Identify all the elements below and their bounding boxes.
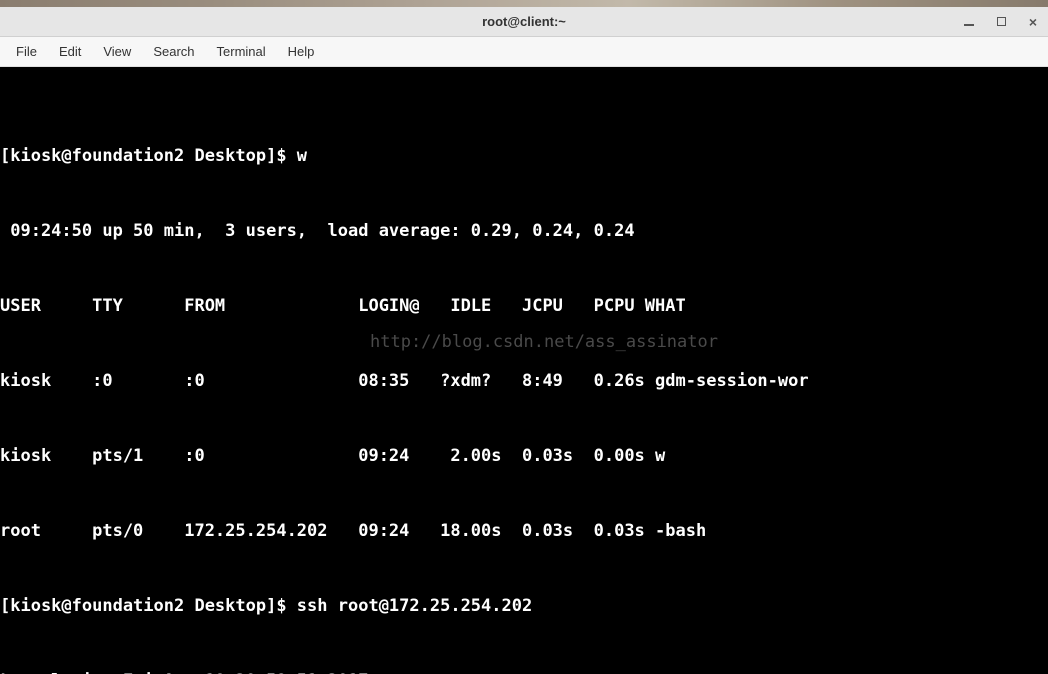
- minimize-button[interactable]: [962, 15, 976, 29]
- window-controls: ×: [962, 7, 1040, 36]
- terminal-line: [kiosk@foundation2 Desktop]$ w: [0, 144, 1048, 169]
- menu-terminal[interactable]: Terminal: [207, 40, 276, 63]
- window-titlebar: root@client:~ ×: [0, 7, 1048, 37]
- menu-file[interactable]: File: [6, 40, 47, 63]
- menu-view[interactable]: View: [93, 40, 141, 63]
- maximize-button[interactable]: [994, 15, 1008, 29]
- terminal-line: 09:24:50 up 50 min, 3 users, load averag…: [0, 219, 1048, 244]
- terminal-line: USER TTY FROM LOGIN@ IDLE JCPU PCPU WHAT: [0, 294, 1048, 319]
- terminal-line: Last login: Fri Aug 18 20:59:51 2017: [0, 669, 1048, 674]
- close-button[interactable]: ×: [1026, 15, 1040, 29]
- terminal-output[interactable]: http://blog.csdn.net/ass_assinator [kios…: [0, 67, 1048, 674]
- terminal-line: root pts/0 172.25.254.202 09:24 18.00s 0…: [0, 519, 1048, 544]
- decorative-top-strip: [0, 0, 1048, 7]
- menubar: File Edit View Search Terminal Help: [0, 37, 1048, 67]
- terminal-line: kiosk pts/1 :0 09:24 2.00s 0.03s 0.00s w: [0, 444, 1048, 469]
- menu-search[interactable]: Search: [143, 40, 204, 63]
- menu-help[interactable]: Help: [278, 40, 325, 63]
- watermark-text: http://blog.csdn.net/ass_assinator: [370, 330, 718, 355]
- terminal-line: kiosk :0 :0 08:35 ?xdm? 8:49 0.26s gdm-s…: [0, 369, 1048, 394]
- window-title: root@client:~: [482, 14, 566, 29]
- terminal-line: [kiosk@foundation2 Desktop]$ ssh root@17…: [0, 594, 1048, 619]
- menu-edit[interactable]: Edit: [49, 40, 91, 63]
